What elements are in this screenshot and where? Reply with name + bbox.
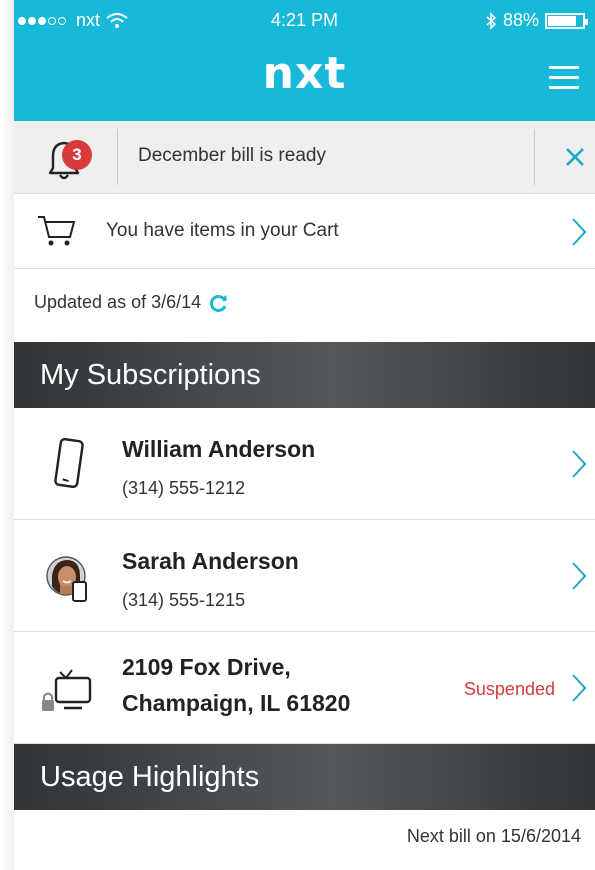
chevron-right-icon[interactable] bbox=[569, 216, 589, 248]
subscription-row[interactable]: 2109 Fox Drive, Champaign, IL 61820 Susp… bbox=[14, 632, 595, 744]
chevron-right-icon[interactable] bbox=[569, 560, 589, 592]
updated-text: Updated as of 3/6/14 bbox=[34, 292, 202, 312]
avatar bbox=[44, 554, 92, 602]
service-address-line1: 2109 Fox Drive, bbox=[122, 654, 291, 680]
chevron-right-icon[interactable] bbox=[569, 672, 589, 704]
section-header-usage: Usage Highlights bbox=[14, 744, 595, 810]
cart-message: You have items in your Cart bbox=[106, 220, 339, 241]
notification-message: December bill is ready bbox=[138, 145, 326, 166]
battery-icon bbox=[545, 12, 588, 29]
notification-banner[interactable]: December bill is ready bbox=[14, 121, 595, 194]
battery-percent: 88% bbox=[502, 10, 539, 30]
status-badge: Suspended bbox=[463, 679, 555, 699]
subscriber-name: William Anderson bbox=[122, 436, 316, 462]
service-address-line2: Champaign, IL 61820 bbox=[122, 690, 351, 716]
close-icon[interactable] bbox=[561, 143, 589, 171]
mobile-phone-icon bbox=[54, 438, 84, 488]
subscriber-name: Sarah Anderson bbox=[122, 548, 299, 574]
updated-timestamp: Updated as of 3/6/14 bbox=[34, 292, 229, 313]
phone-screen: nxt 4:21 PM 88% nxt December bill is rea… bbox=[14, 0, 595, 870]
subscriber-phone: (314) 555-1212 bbox=[122, 478, 246, 498]
bluetooth-icon bbox=[486, 11, 497, 30]
subscription-row[interactable]: Sarah Anderson (314) 555-1215 bbox=[14, 520, 595, 632]
divider bbox=[534, 129, 535, 185]
tv-lock-icon bbox=[42, 669, 92, 711]
status-right: 88% bbox=[485, 10, 588, 31]
refresh-icon[interactable] bbox=[209, 293, 229, 313]
subscription-row[interactable]: William Anderson (314) 555-1212 bbox=[14, 408, 595, 520]
app-header: nxt 4:21 PM 88% nxt bbox=[14, 0, 595, 121]
next-bill-date: Next bill on 15/6/2014 bbox=[406, 826, 581, 846]
section-header-subscriptions: My Subscriptions bbox=[14, 342, 595, 408]
status-bar: nxt 4:21 PM 88% bbox=[14, 0, 595, 40]
subscriber-phone: (314) 555-1215 bbox=[122, 590, 246, 610]
cart-row[interactable]: You have items in your Cart bbox=[14, 194, 595, 269]
shopping-cart-icon bbox=[38, 216, 76, 246]
notification-count-badge: 3 bbox=[62, 140, 92, 170]
divider bbox=[117, 129, 118, 185]
chevron-right-icon[interactable] bbox=[569, 448, 589, 480]
app-logo: nxt bbox=[262, 48, 347, 99]
avatar-photo bbox=[46, 556, 87, 602]
hamburger-menu-icon[interactable] bbox=[549, 66, 579, 90]
left-edge-shadow bbox=[0, 0, 14, 870]
